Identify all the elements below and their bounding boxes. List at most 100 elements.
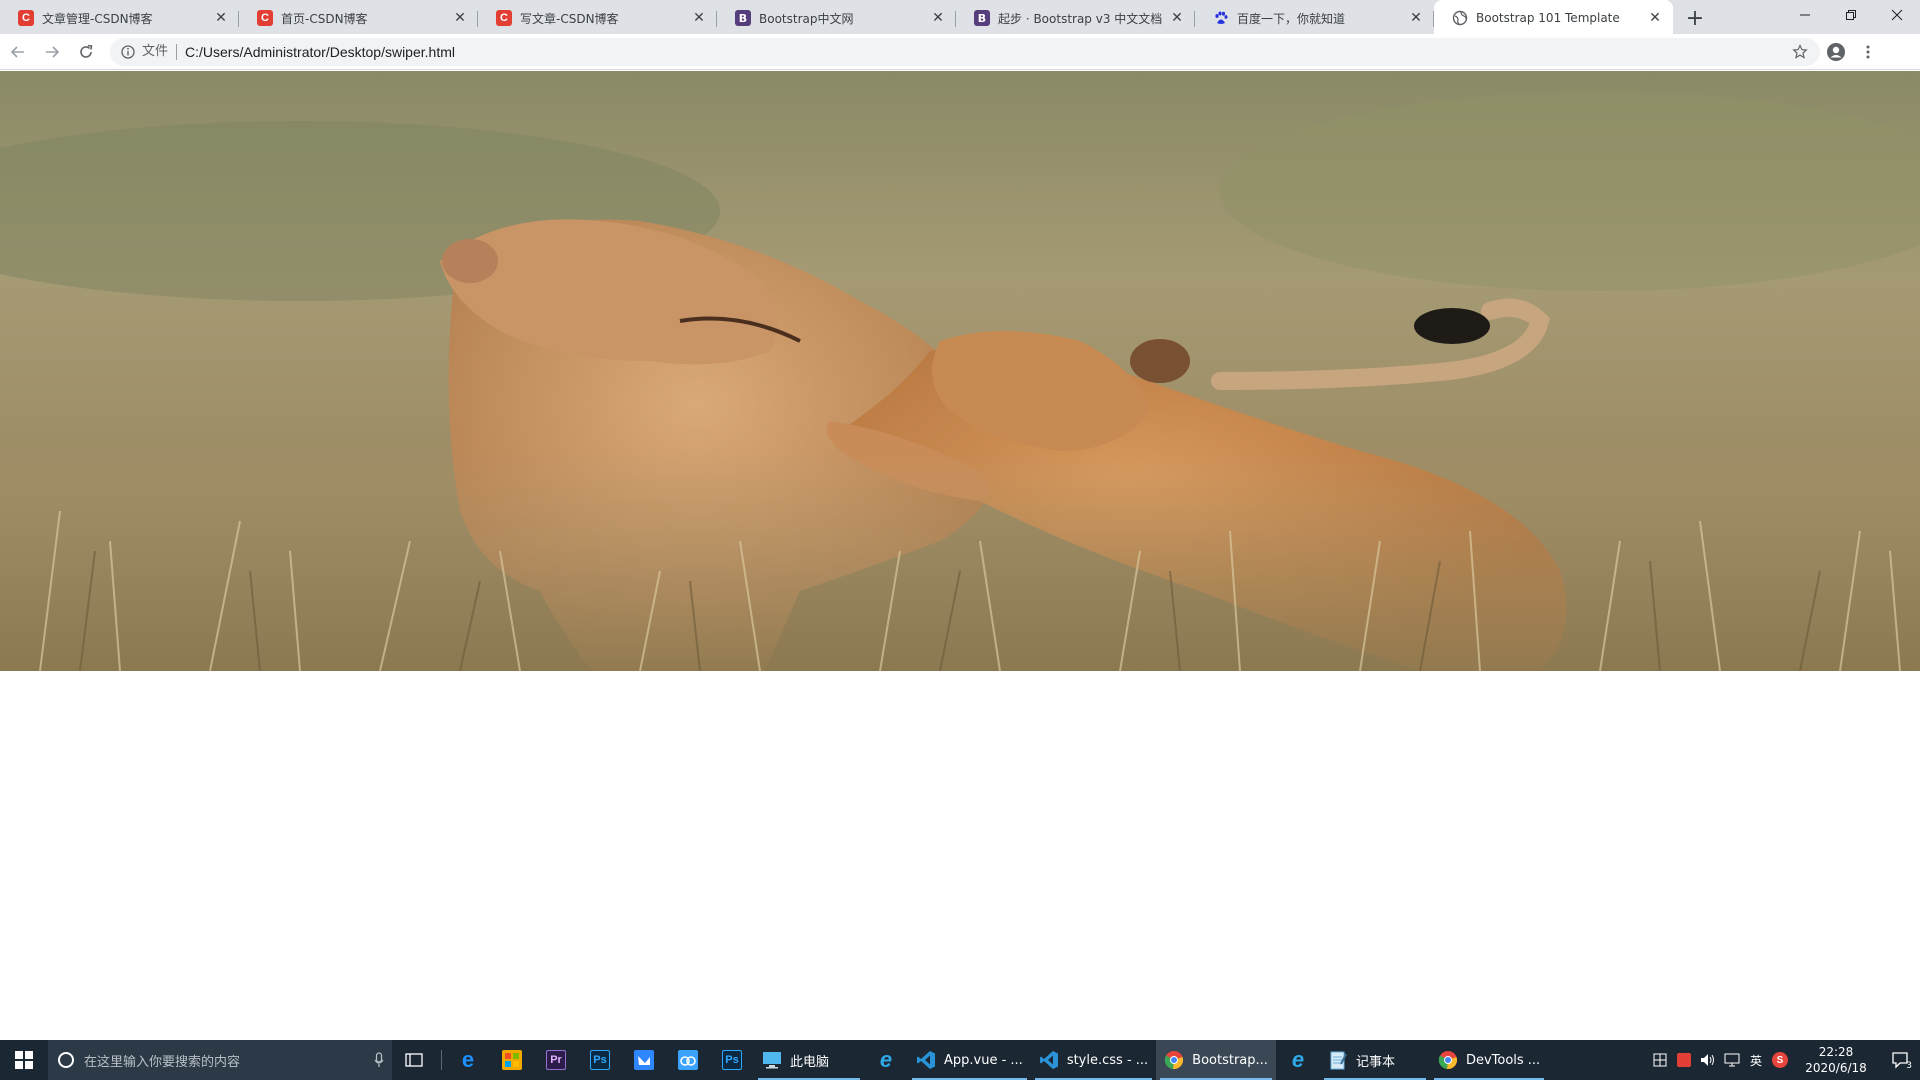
taskbar-search-input[interactable]: 在这里输入你要搜索的内容 (48, 1040, 392, 1080)
taskbar-app-edge[interactable]: e (446, 1040, 490, 1080)
vscode-icon (916, 1050, 936, 1070)
premiere-icon: Pr (546, 1050, 566, 1070)
network-icon[interactable] (1720, 1040, 1744, 1080)
clock[interactable]: 22:28 2020/6/18 (1798, 1044, 1874, 1076)
taskbar-app-label: DevTools ... (1465, 1052, 1541, 1068)
start-button[interactable] (0, 1040, 48, 1080)
taskbar-app-photoshop[interactable]: Ps (578, 1040, 622, 1080)
close-icon[interactable]: ✕ (1408, 10, 1424, 26)
back-button[interactable] (2, 36, 34, 68)
vscode-icon (1039, 1050, 1059, 1070)
close-icon[interactable]: ✕ (452, 10, 468, 26)
bookmark-star-icon[interactable] (1790, 42, 1810, 62)
volume-icon[interactable] (1696, 1040, 1720, 1080)
taskbar-app-baidu-netdisk[interactable] (666, 1040, 710, 1080)
taskbar-app-vscode-style[interactable]: style.css - ... (1031, 1040, 1156, 1080)
taskbar-app-premiere[interactable]: Pr (534, 1040, 578, 1080)
kebab-menu-icon (1866, 45, 1870, 58)
photoshop-icon: Ps (590, 1050, 610, 1070)
baidu-paw-icon (1213, 10, 1229, 26)
taskbar-app-ie[interactable]: e (864, 1040, 908, 1080)
taskbar-app-chrome-bootstrap[interactable]: Bootstrap... (1156, 1040, 1276, 1080)
info-icon[interactable] (120, 44, 136, 60)
action-center-button[interactable]: 3 (1880, 1040, 1920, 1080)
taskbar-app-photoshop-2[interactable]: Ps (710, 1040, 754, 1080)
security-chip[interactable]: 文件 (142, 43, 178, 60)
close-icon (1891, 9, 1903, 21)
carousel-slide-image[interactable] (0, 71, 1920, 671)
clock-date: 2020/6/18 (1805, 1061, 1867, 1075)
minimize-button[interactable] (1782, 0, 1828, 30)
close-window-button[interactable] (1874, 0, 1920, 30)
profile-button[interactable] (1820, 36, 1852, 68)
tab-wenzhang-guanli[interactable]: C 文章管理-CSDN博客 ✕ (0, 2, 239, 34)
new-tab-button[interactable]: + (1677, 2, 1713, 34)
cortana-icon (58, 1052, 74, 1068)
taskbar-app-label: 记事本 (1355, 1054, 1395, 1070)
reload-button[interactable] (70, 36, 102, 68)
ime-chinese-icon[interactable] (1648, 1040, 1672, 1080)
netdisk-icon (678, 1050, 698, 1070)
minimize-icon (1800, 14, 1810, 16)
taskbar-app-feishu[interactable] (622, 1040, 666, 1080)
tab-list: C 文章管理-CSDN博客 ✕ C 首页-CSDN博客 ✕ C 写文章-CSDN… (0, 0, 1673, 34)
tab-title: 起步 · Bootstrap v3 中文文档 (998, 11, 1163, 26)
task-view-icon (405, 1053, 423, 1067)
close-icon[interactable]: ✕ (1647, 10, 1663, 26)
taskbar-app-chrome-devtools[interactable]: DevTools ... (1430, 1040, 1548, 1080)
tab-shouye[interactable]: C 首页-CSDN博客 ✕ (239, 2, 478, 34)
antivirus-icon[interactable] (1672, 1040, 1696, 1080)
address-bar[interactable]: 文件 C:/Users/Administrator/Desktop/swiper… (110, 37, 1820, 66)
input-mode-indicator[interactable]: 英 (1744, 1040, 1768, 1080)
close-icon[interactable]: ✕ (691, 10, 707, 26)
csdn-icon: C (257, 10, 273, 26)
taskbar-app-ie-2[interactable]: e (1276, 1040, 1320, 1080)
arrow-left-icon (10, 45, 24, 58)
tab-title: 写文章-CSDN博客 (520, 11, 619, 26)
bootstrap-icon: B (974, 10, 990, 26)
forward-button[interactable] (36, 36, 68, 68)
taskbar-app-this-pc[interactable]: 此电脑 (754, 1040, 864, 1080)
tab-baidu[interactable]: 百度一下，你就知道 ✕ (1195, 2, 1434, 34)
feishu-icon (634, 1050, 654, 1070)
close-icon[interactable]: ✕ (930, 10, 946, 26)
taskbar-app-store[interactable] (490, 1040, 534, 1080)
bootstrap-icon: B (735, 10, 751, 26)
chrome-icon (1164, 1050, 1184, 1070)
close-icon[interactable]: ✕ (213, 10, 229, 26)
search-placeholder: 在这里输入你要搜索的内容 (84, 1054, 241, 1070)
tab-title: Bootstrap 101 Template (1476, 11, 1620, 25)
tab-xie-wenzhang[interactable]: C 写文章-CSDN博客 ✕ (478, 2, 717, 34)
restore-button[interactable] (1828, 0, 1874, 30)
store-bag-icon (502, 1050, 522, 1070)
tab-title: 首页-CSDN博客 (281, 11, 368, 26)
window-controls (1782, 0, 1920, 30)
tab-title: Bootstrap中文网 (759, 11, 854, 26)
arrow-right-icon (46, 45, 60, 58)
tab-title: 文章管理-CSDN博客 (42, 11, 153, 26)
url-text[interactable]: C:/Users/Administrator/Desktop/swiper.ht… (185, 44, 1790, 60)
microphone-icon[interactable] (366, 1052, 392, 1068)
clock-time: 22:28 (1818, 1045, 1854, 1059)
windows-taskbar: 在这里输入你要搜索的内容 e Pr Ps Ps 此电脑 e App.vue - … (0, 1040, 1920, 1080)
taskbar-app-label: 此电脑 (790, 1054, 830, 1070)
tab-bootstrap-v3-docs[interactable]: B 起步 · Bootstrap v3 中文文档 ✕ (956, 2, 1195, 34)
chrome-icon (1438, 1050, 1458, 1070)
page-viewport (0, 71, 1920, 1039)
tab-bootstrap-101-template[interactable]: Bootstrap 101 Template ✕ (1434, 0, 1673, 34)
notepad-icon (1328, 1050, 1348, 1070)
photoshop-icon: Ps (722, 1050, 742, 1070)
edge-icon: e (461, 1047, 475, 1072)
sogou-ime-icon[interactable]: S (1768, 1040, 1792, 1080)
taskbar-app-vscode-app[interactable]: App.vue - ... (908, 1040, 1031, 1080)
globe-icon (1452, 10, 1468, 26)
csdn-icon: C (18, 10, 34, 26)
menu-button[interactable] (1852, 36, 1884, 68)
close-icon[interactable]: ✕ (1169, 10, 1185, 26)
restore-icon (1846, 10, 1856, 20)
task-view-button[interactable] (392, 1040, 436, 1080)
taskbar-app-label: style.css - ... (1066, 1052, 1149, 1068)
tab-bootstrap-zhongwenwang[interactable]: B Bootstrap中文网 ✕ (717, 2, 956, 34)
taskbar-app-notepad[interactable]: 记事本 (1320, 1040, 1430, 1080)
computer-icon (762, 1050, 782, 1070)
